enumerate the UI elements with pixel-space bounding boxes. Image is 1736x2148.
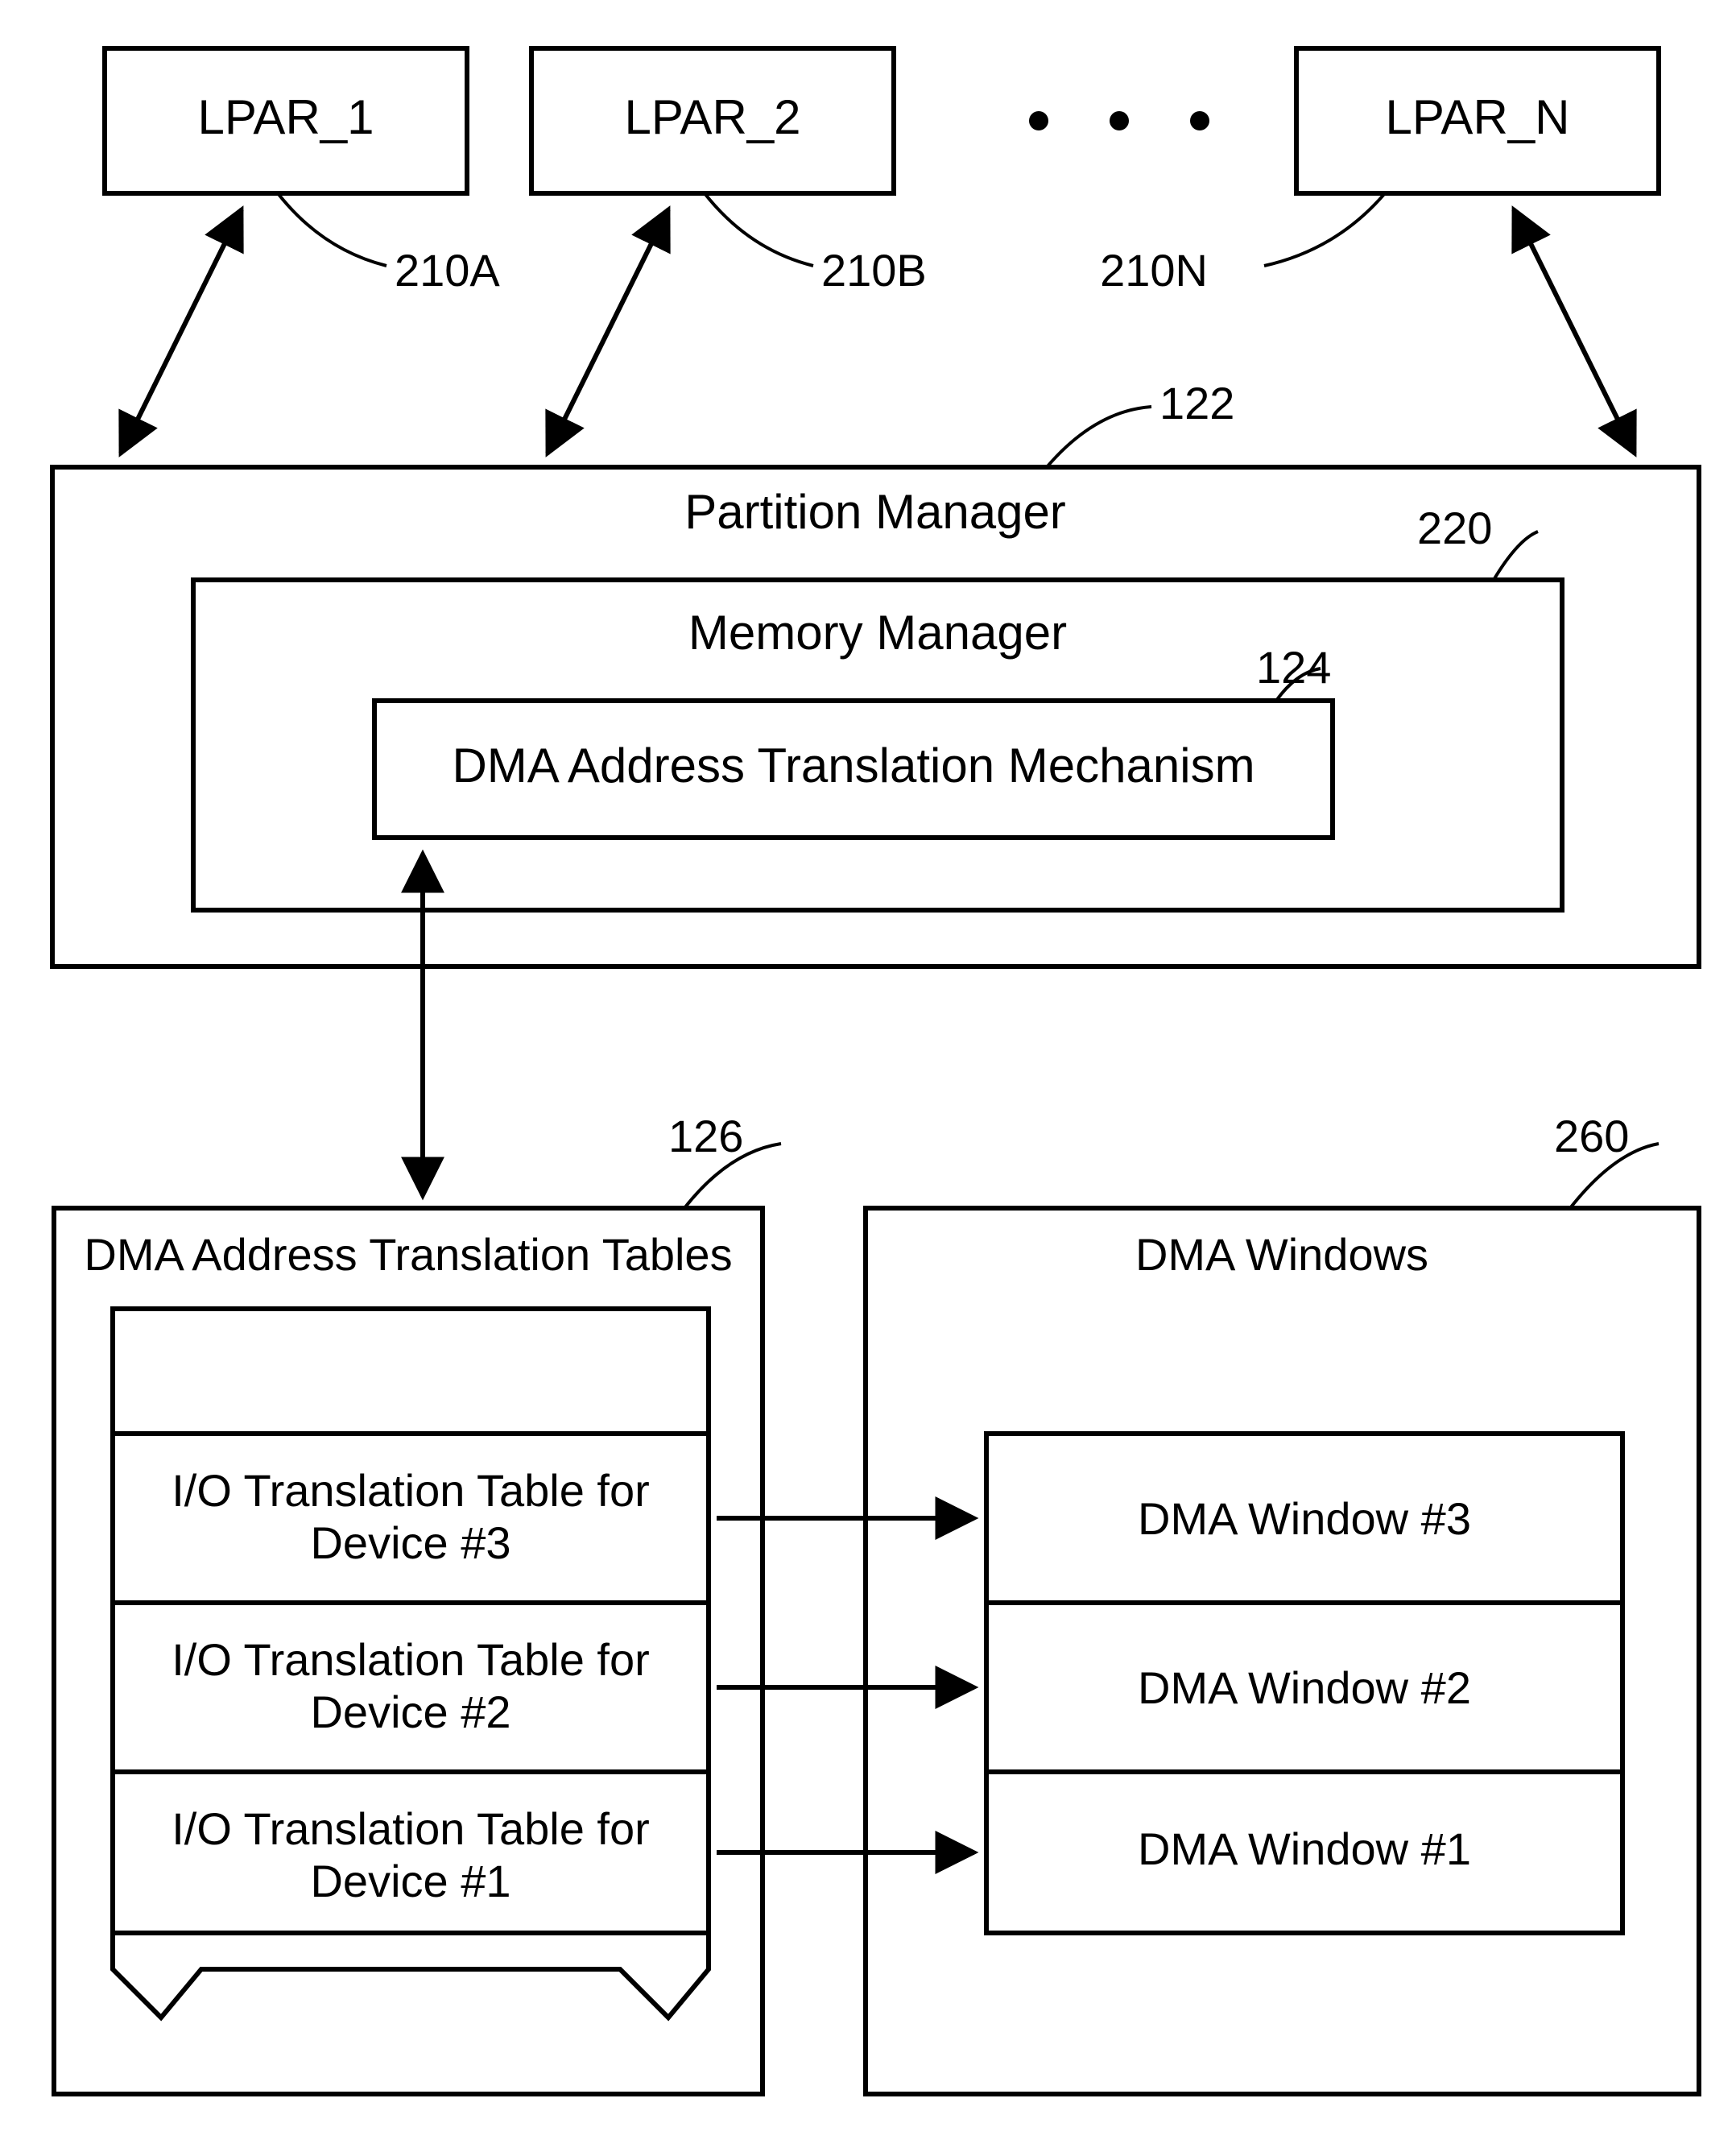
table-row-1-line1: I/O Translation Table for [172, 1803, 650, 1854]
dma-mechanism-title: DMA Address Translation Mechanism [452, 739, 1254, 793]
arrow-lpar1-pm [121, 209, 242, 453]
table-row-3-line2: Device #3 [310, 1517, 510, 1568]
lead-210a [278, 193, 386, 266]
table-row-2-line1: I/O Translation Table for [172, 1634, 650, 1685]
partition-manager-title: Partition Manager [684, 485, 1066, 539]
arrow-lpar2-pm [548, 209, 668, 453]
lpar-1-label: LPAR_1 [197, 90, 374, 144]
table-row-2-line2: Device #2 [310, 1687, 510, 1737]
windows-title: DMA Windows [1135, 1229, 1428, 1280]
ref-210b: 210B [821, 245, 927, 296]
lead-210n [1264, 193, 1385, 266]
ref-210a: 210A [395, 245, 500, 296]
arrow-lparn-pm [1514, 209, 1635, 453]
ref-124: 124 [1256, 642, 1331, 693]
tables-title: DMA Address Translation Tables [84, 1229, 732, 1280]
dma-window-3: DMA Window #3 [1138, 1493, 1471, 1544]
lead-122 [1047, 407, 1151, 467]
dma-window-1: DMA Window #1 [1138, 1823, 1471, 1874]
ellipsis-dots [1029, 111, 1209, 130]
dma-window-2: DMA Window #2 [1138, 1662, 1471, 1713]
lpar-2-label: LPAR_2 [624, 90, 800, 144]
table-row-1-line2: Device #1 [310, 1856, 510, 1906]
ref-220: 220 [1417, 503, 1492, 553]
ref-210n: 210N [1100, 245, 1208, 296]
ref-126: 126 [668, 1111, 743, 1161]
memory-manager-title: Memory Manager [688, 606, 1067, 660]
lead-210b [705, 193, 813, 266]
ref-122: 122 [1159, 378, 1234, 428]
table-row-3-line1: I/O Translation Table for [172, 1465, 650, 1516]
lpar-n-label: LPAR_N [1386, 90, 1570, 144]
tables-inner: I/O Translation Table for Device #3 I/O … [113, 1309, 709, 2018]
ref-260: 260 [1554, 1111, 1629, 1161]
